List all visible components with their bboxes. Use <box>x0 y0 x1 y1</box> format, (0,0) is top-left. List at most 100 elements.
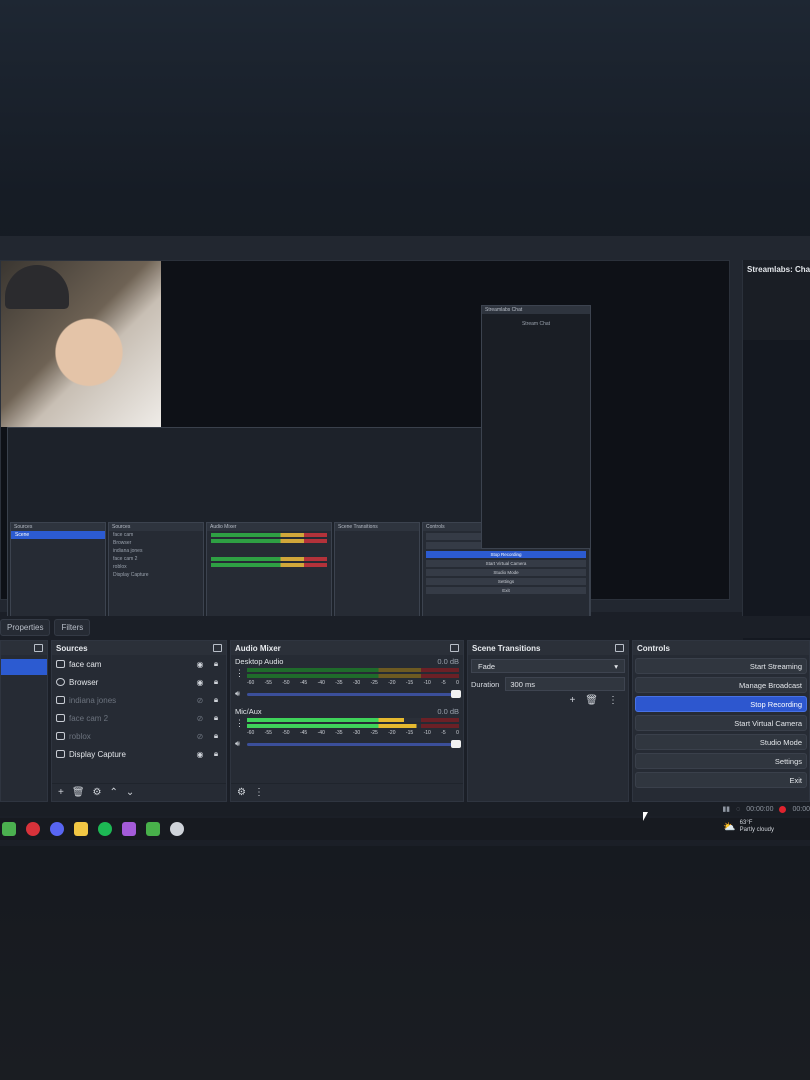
volume-meter <box>247 668 459 672</box>
eye-hidden-icon[interactable]: ⊘ <box>194 732 206 741</box>
window-icon <box>56 732 65 740</box>
nested-transitions-panel: Scene Transitions <box>334 522 420 622</box>
kebab-icon[interactable]: ⋮ <box>254 787 264 798</box>
chevron-down-icon[interactable]: ⌄ <box>126 787 134 798</box>
trash-icon[interactable]: 🗑︎ <box>72 787 85 798</box>
app-icon-red[interactable] <box>26 822 40 836</box>
stream-status-icon: ◌ <box>736 805 741 813</box>
add-icon[interactable]: + <box>58 787 64 798</box>
eye-icon[interactable]: ◉ <box>194 750 206 759</box>
volume-slider[interactable] <box>247 739 461 748</box>
transitions-header: Scene Transitions <box>468 641 628 655</box>
undock-icon[interactable] <box>213 644 222 652</box>
file-explorer-icon[interactable] <box>74 822 88 836</box>
lock-icon[interactable]: 🔒︎ <box>210 659 222 669</box>
chevron-down-icon: ▾ <box>614 662 618 671</box>
app-icon-green[interactable] <box>2 822 16 836</box>
nested-scene-row: Scene <box>11 531 105 539</box>
slider-knob[interactable] <box>451 739 461 748</box>
streamlabs-chat-dock: Streamlabs: Chat <box>742 260 810 660</box>
partly-cloudy-icon: ⛅ <box>723 821 736 833</box>
chevron-up-icon[interactable]: ⌃ <box>110 787 118 798</box>
source-row[interactable]: Browser ◉ 🔒︎ <box>52 673 226 691</box>
eye-hidden-icon[interactable]: ⊘ <box>194 696 206 705</box>
undock-icon[interactable] <box>34 644 43 652</box>
source-name: roblox <box>69 731 91 741</box>
eye-hidden-icon[interactable]: ⊘ <box>194 714 206 723</box>
source-row[interactable]: face cam ◉ 🔒︎ <box>52 655 226 673</box>
kebab-icon[interactable]: ⋮ <box>608 695 618 706</box>
weather-widget[interactable]: ⛅ 63°F Partly cloudy <box>723 820 774 834</box>
exit-button[interactable]: Exit <box>635 772 807 788</box>
source-row[interactable]: face cam 2 ⊘ 🔒︎ <box>52 709 226 727</box>
transitions-title: Scene Transitions <box>472 643 541 653</box>
mixer-header: Audio Mixer <box>231 641 463 655</box>
source-name: Display Capture <box>69 749 126 759</box>
undock-icon[interactable] <box>615 644 624 652</box>
controls-header: Controls <box>633 641 809 655</box>
program-preview[interactable]: Sources Scene Sources face cam Browser i… <box>0 260 730 623</box>
gear-icon[interactable]: ⚙ <box>237 787 246 798</box>
add-icon[interactable]: + <box>569 695 575 706</box>
eye-icon[interactable]: ◉ <box>194 678 206 687</box>
start-streaming-button[interactable]: Start Streaming <box>635 658 807 674</box>
meter-scale: -60 -55 -50 -45 -40 -35 -30 -25 -20 -15 -10 -5 0 <box>247 730 459 736</box>
nested-title: Audio Mixer <box>207 523 331 531</box>
signal-icon: ▮▮ <box>722 806 731 813</box>
source-name: Browser <box>69 677 99 687</box>
nested-title: Streamlabs Chat <box>482 306 590 314</box>
source-row[interactable]: indiana jones ⊘ 🔒︎ <box>52 691 226 709</box>
scene-row-selected[interactable] <box>1 659 47 675</box>
discord-icon[interactable] <box>50 822 64 836</box>
lock-icon[interactable]: 🔒︎ <box>210 713 222 723</box>
canvas-area: Sources Scene Sources face cam Browser i… <box>0 236 810 660</box>
globe-icon <box>56 678 65 686</box>
lock-icon[interactable]: 🔒︎ <box>210 749 222 759</box>
duration-input[interactable]: 300 ms <box>505 677 625 691</box>
speaker-icon[interactable]: 🔊︎ <box>235 689 243 699</box>
nested-row: face cam <box>113 532 134 538</box>
properties-button[interactable]: Properties <box>0 618 51 636</box>
lock-icon[interactable]: 🔒︎ <box>210 731 222 741</box>
gear-icon[interactable]: ⚙ <box>93 787 102 798</box>
volume-meter <box>247 718 459 722</box>
nested-mixer-panel: Audio Mixer <box>206 522 332 622</box>
duration-label: Duration <box>471 679 500 689</box>
controls-dock: Controls Start Streaming Manage Broadcas… <box>632 640 810 802</box>
nested-button: Stop Recording <box>426 551 586 558</box>
obs-icon[interactable] <box>170 822 184 836</box>
filters-button[interactable]: Filters <box>54 618 91 636</box>
slider-knob[interactable] <box>451 689 461 698</box>
source-row[interactable]: Display Capture ◉ 🔒︎ <box>52 745 226 763</box>
start-virtual-camera-button[interactable]: Start Virtual Camera <box>635 715 807 731</box>
mixer-channel: Desktop Audio 0.0 dB ⋮ -60 -55 -50 -45 -40 -35… <box>231 655 463 701</box>
kebab-icon[interactable]: ⋮ <box>235 718 244 729</box>
speaker-icon[interactable]: 🔊︎ <box>235 739 243 749</box>
trash-icon[interactable]: 🗑︎ <box>585 695 598 706</box>
kebab-icon[interactable]: ⋮ <box>235 668 244 679</box>
undock-icon[interactable] <box>450 644 459 652</box>
sources-dock: Sources face cam ◉ 🔒︎ Browser ◉ 🔒︎ indiana j… <box>51 640 227 802</box>
controls-title: Controls <box>637 643 670 653</box>
streamlabs-chat-body[interactable] <box>743 340 810 660</box>
nested-scenes-panel: Sources Scene <box>10 522 106 622</box>
meter-scale: -60 -55 -50 -45 -40 -35 -30 -25 -20 -15 -10 -5 0 <box>247 680 459 686</box>
app-icon-purple[interactable] <box>122 822 136 836</box>
lock-icon[interactable]: 🔒︎ <box>210 695 222 705</box>
weather-temp: 63°F <box>739 820 753 826</box>
manage-broadcast-button[interactable]: Manage Broadcast <box>635 677 807 693</box>
nested-meter <box>211 557 327 561</box>
mouse-cursor-icon <box>643 812 648 821</box>
stop-recording-button[interactable]: Stop Recording <box>635 696 807 712</box>
transition-select[interactable]: Fade ▾ <box>471 659 625 673</box>
volume-slider[interactable] <box>247 689 461 698</box>
volume-meter <box>247 724 459 728</box>
docks-row: Sources face cam ◉ 🔒︎ Browser ◉ 🔒︎ indiana j… <box>0 640 810 802</box>
source-row[interactable]: roblox ⊘ 🔒︎ <box>52 727 226 745</box>
xbox-icon[interactable] <box>146 822 160 836</box>
lock-icon[interactable]: 🔒︎ <box>210 677 222 687</box>
studio-mode-button[interactable]: Studio Mode <box>635 734 807 750</box>
settings-button[interactable]: Settings <box>635 753 807 769</box>
eye-icon[interactable]: ◉ <box>194 660 206 669</box>
spotify-icon[interactable] <box>98 822 112 836</box>
